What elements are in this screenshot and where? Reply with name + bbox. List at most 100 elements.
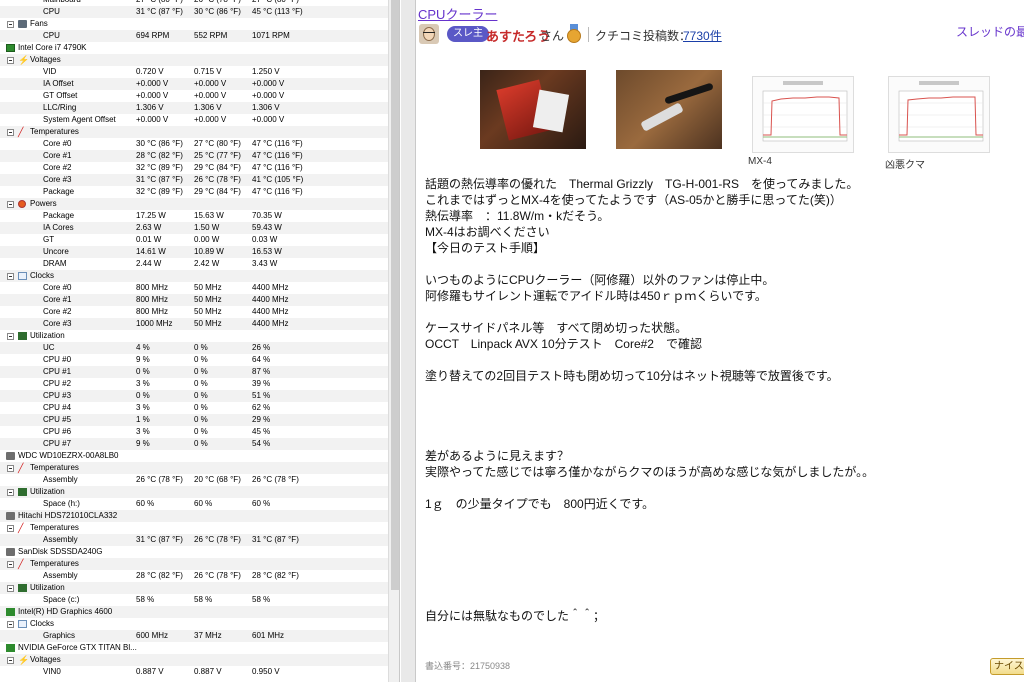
- sensor-group[interactable]: Clocks: [0, 270, 388, 282]
- collapse-toggle-icon[interactable]: [7, 129, 14, 136]
- sensor-row[interactable]: Assembly 26 °C (78 °F) 20 °C (68 °F) 26 °C …: [0, 474, 388, 486]
- sensor-row[interactable]: CPU #3 0 % 0 % 51 %: [0, 390, 388, 402]
- collapse-toggle-icon[interactable]: [7, 201, 14, 208]
- sensor-row[interactable]: VIN0 0.887 V 0.887 V 0.950 V: [0, 666, 388, 678]
- sensor-row[interactable]: IA Offset +0.000 V +0.000 V +0.000 V: [0, 78, 388, 90]
- collapse-toggle-icon[interactable]: [7, 333, 14, 340]
- hardware-node[interactable]: WDC WD10EZRX-00A8LB0: [0, 450, 388, 462]
- sensor-group[interactable]: ╱ Temperatures: [0, 558, 388, 570]
- hardware-node[interactable]: SanDisk SDSSDA240G: [0, 546, 388, 558]
- hardware-node[interactable]: Intel Core i7 4790K: [0, 42, 388, 54]
- sensor-row[interactable]: UC 4 % 0 % 26 %: [0, 342, 388, 354]
- medal-icon: [566, 24, 582, 43]
- sensor-row[interactable]: Core #2 32 °C (89 °F) 29 °C (84 °F) 47 °C (…: [0, 162, 388, 174]
- sensor-row[interactable]: Core #0 30 °C (86 °F) 27 °C (80 °F) 47 °C (…: [0, 138, 388, 150]
- hardware-node[interactable]: NVIDIA GeForce GTX TITAN Bl...: [0, 642, 388, 654]
- sensor-row[interactable]: Assembly 31 °C (87 °F) 26 °C (78 °F) 31 °C …: [0, 534, 388, 546]
- collapse-toggle-icon[interactable]: [7, 621, 14, 628]
- post-line: 【今日のテスト手順】: [425, 241, 546, 255]
- sensor-value: 2.63 W: [136, 223, 162, 232]
- sensor-row[interactable]: Core #2 800 MHz 50 MHz 4400 MHz: [0, 306, 388, 318]
- sensor-group[interactable]: Clocks: [0, 618, 388, 630]
- post-count-label: クチコミ投稿数：: [595, 29, 692, 43]
- sensor-row[interactable]: Package 32 °C (89 °F) 29 °C (84 °F) 47 °C (…: [0, 186, 388, 198]
- sensor-row[interactable]: CPU #1 0 % 0 % 87 %: [0, 366, 388, 378]
- sensor-group[interactable]: ╱ Temperatures: [0, 522, 388, 534]
- nice-button[interactable]: ナイス！: [990, 658, 1024, 675]
- sensor-row[interactable]: CPU #7 9 % 0 % 54 %: [0, 438, 388, 450]
- sensor-value: 9 %: [136, 355, 150, 364]
- sensor-row[interactable]: Core #3 31 °C (87 °F) 26 °C (78 °F) 41 °C (…: [0, 174, 388, 186]
- sensor-row[interactable]: GT Offset +0.000 V +0.000 V +0.000 V: [0, 90, 388, 102]
- hardware-name: Intel Core i7 4790K: [18, 43, 87, 52]
- collapse-toggle-icon[interactable]: [7, 657, 14, 664]
- sensor-row[interactable]: GT 0.01 W 0.00 W 0.03 W: [0, 234, 388, 246]
- pane-divider[interactable]: [401, 0, 415, 682]
- user-honorific: さん: [540, 29, 565, 43]
- collapse-toggle-icon[interactable]: [7, 489, 14, 496]
- sensor-row[interactable]: Space (c:) 58 % 58 % 58 %: [0, 594, 388, 606]
- hardware-node[interactable]: Intel(R) HD Graphics 4600: [0, 606, 388, 618]
- collapse-toggle-icon[interactable]: [7, 561, 14, 568]
- thread-first-link[interactable]: スレッドの最初: [956, 23, 1024, 40]
- sensor-row[interactable]: IA Cores 2.63 W 1.50 W 59.43 W: [0, 222, 388, 234]
- sensor-value: 4400 MHz: [252, 283, 289, 292]
- sensor-scrollbar-thumb[interactable]: [391, 0, 399, 590]
- collapse-toggle-icon[interactable]: [7, 465, 14, 472]
- collapse-toggle-icon[interactable]: [7, 57, 14, 64]
- group-name: Temperatures: [30, 523, 79, 532]
- post-count-link[interactable]: 7730件: [683, 27, 722, 44]
- sensor-name: System Agent Offset: [43, 115, 116, 124]
- sensor-row[interactable]: CPU #2 3 % 0 % 39 %: [0, 378, 388, 390]
- util-icon: [18, 332, 27, 340]
- sensor-value: 0.720 V: [136, 67, 164, 76]
- sensor-row[interactable]: CPU #5 1 % 0 % 29 %: [0, 414, 388, 426]
- sensor-row[interactable]: System Agent Offset +0.000 V +0.000 V +0.00…: [0, 114, 388, 126]
- group-name: Voltages: [30, 655, 61, 664]
- sensor-row[interactable]: Graphics 600 MHz 37 MHz 601 MHz: [0, 630, 388, 642]
- sensor-group[interactable]: ⚡ Voltages: [0, 54, 388, 66]
- chart-thumbnail-kryonaut[interactable]: [888, 76, 990, 153]
- sensor-row[interactable]: CPU 694 RPM 552 RPM 1071 RPM: [0, 30, 388, 42]
- sensor-row[interactable]: VID 0.720 V 0.715 V 1.250 V: [0, 66, 388, 78]
- sensor-row[interactable]: Core #3 1000 MHz 50 MHz 4400 MHz: [0, 318, 388, 330]
- hardware-node[interactable]: Hitachi HDS721010CLA332: [0, 510, 388, 522]
- sensor-row[interactable]: CPU #6 3 % 0 % 45 %: [0, 426, 388, 438]
- group-name: Clocks: [30, 271, 55, 280]
- sensor-scrollbar[interactable]: [388, 0, 399, 682]
- collapse-toggle-icon[interactable]: [7, 273, 14, 280]
- sensor-group[interactable]: Utilization: [0, 330, 388, 342]
- sensor-group[interactable]: ╱ Temperatures: [0, 126, 388, 138]
- sensor-value: 800 MHz: [136, 295, 169, 304]
- sensor-group[interactable]: ⚡ Voltages: [0, 654, 388, 666]
- sensor-row[interactable]: Assembly 28 °C (82 °F) 26 °C (78 °F) 28 °C …: [0, 570, 388, 582]
- collapse-toggle-icon[interactable]: [7, 525, 14, 532]
- sensor-group[interactable]: Powers: [0, 198, 388, 210]
- sensor-row[interactable]: CPU #0 9 % 0 % 64 %: [0, 354, 388, 366]
- sensor-row[interactable]: Core #0 800 MHz 50 MHz 4400 MHz: [0, 282, 388, 294]
- collapse-toggle-icon[interactable]: [7, 585, 14, 592]
- sensor-row[interactable]: Package 17.25 W 15.63 W 70.35 W: [0, 210, 388, 222]
- sensor-group[interactable]: Fans: [0, 18, 388, 30]
- photo-thumbnail-tube[interactable]: [616, 70, 722, 149]
- chart-thumbnail-mx4[interactable]: [752, 76, 854, 153]
- sensor-value: 0.03 W: [252, 235, 278, 244]
- sensor-value: 29 °C (84 °F): [194, 163, 241, 172]
- sensor-row[interactable]: Core #1 28 °C (82 °F) 25 °C (77 °F) 47 °C (…: [0, 150, 388, 162]
- sensor-group[interactable]: Utilization: [0, 486, 388, 498]
- sensor-row[interactable]: CPU #4 3 % 0 % 62 %: [0, 402, 388, 414]
- photo-thumbnail-package[interactable]: [480, 70, 586, 149]
- sensor-row[interactable]: LLC/Ring 1.306 V 1.306 V 1.306 V: [0, 102, 388, 114]
- collapse-toggle-icon[interactable]: [7, 21, 14, 28]
- thread-title-link[interactable]: CPUクーラー: [418, 4, 497, 23]
- sensor-group[interactable]: ╱ Temperatures: [0, 462, 388, 474]
- sensor-row[interactable]: Core #1 800 MHz 50 MHz 4400 MHz: [0, 294, 388, 306]
- sensor-row[interactable]: DRAM 2.44 W 2.42 W 3.43 W: [0, 258, 388, 270]
- sensor-row[interactable]: Uncore 14.61 W 10.89 W 16.53 W: [0, 246, 388, 258]
- sensor-value: 30 °C (86 °F): [194, 7, 241, 16]
- sensor-group[interactable]: Utilization: [0, 582, 388, 594]
- sensor-row[interactable]: Space (h:) 60 % 60 % 60 %: [0, 498, 388, 510]
- sensor-row[interactable]: CPU 31 °C (87 °F) 30 °C (86 °F) 45 °C (113 …: [0, 6, 388, 18]
- user-avatar[interactable]: [419, 24, 439, 44]
